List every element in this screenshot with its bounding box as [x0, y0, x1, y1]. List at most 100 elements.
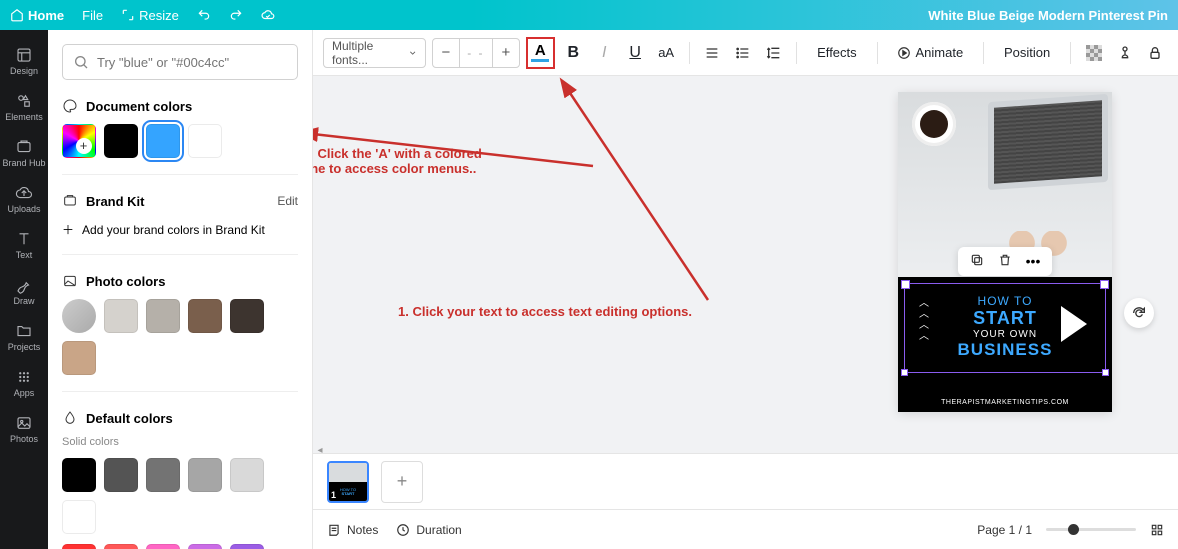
annotation-arrow-1: [553, 76, 753, 310]
document-title[interactable]: White Blue Beige Modern Pinterest Pin: [928, 8, 1168, 23]
regenerate-button[interactable]: [1124, 298, 1154, 328]
lock-icon: [1147, 45, 1163, 61]
rail-design[interactable]: Design: [0, 40, 48, 82]
solid-row-2: [62, 544, 298, 549]
italic-button[interactable]: I: [592, 38, 617, 68]
elements-icon: [15, 92, 33, 110]
rail-photos[interactable]: Photos: [0, 408, 48, 450]
rail-draw[interactable]: Draw: [0, 270, 48, 312]
transparency-icon: [1086, 45, 1102, 61]
rail-brandhub[interactable]: Brand Hub: [0, 132, 48, 174]
photo-colors-row: [62, 299, 298, 375]
page-indicator: Page 1 / 1: [977, 523, 1032, 537]
font-dropdown[interactable]: Multiple fonts...: [323, 38, 426, 68]
resize-menu[interactable]: Resize: [121, 8, 179, 23]
zoom-thumb[interactable]: [1068, 524, 1079, 535]
notes-button[interactable]: Notes: [327, 523, 378, 537]
design-page[interactable]: ••• ︿︿︿︿ HOW TO START YOUR OWN BUSINESS …: [898, 92, 1112, 412]
selection-box[interactable]: ︿︿︿︿ HOW TO START YOUR OWN BUSINESS: [904, 283, 1106, 373]
bold-button[interactable]: B: [561, 38, 586, 68]
redo-icon: [229, 8, 243, 22]
color-search[interactable]: [62, 44, 298, 80]
photo-swatch-2[interactable]: [146, 299, 180, 333]
palette-icon: [62, 98, 78, 114]
effects-button[interactable]: Effects: [807, 38, 867, 68]
animate-icon: [897, 46, 911, 60]
position-button[interactable]: Position: [994, 38, 1060, 68]
spacing-button[interactable]: [761, 38, 786, 68]
photo-swatch-1[interactable]: [104, 299, 138, 333]
grid-view-button[interactable]: [1150, 523, 1164, 537]
draw-icon: [15, 276, 33, 294]
rail-text[interactable]: Text: [0, 224, 48, 266]
file-menu[interactable]: File: [82, 8, 103, 23]
solid-swatch[interactable]: [62, 458, 96, 492]
laptop-prop: [988, 94, 1108, 190]
font-size-group: − - - +: [432, 38, 520, 68]
add-brand-colors[interactable]: ＋ Add your brand colors in Brand Kit: [62, 221, 298, 238]
doc-color-white[interactable]: [188, 124, 222, 158]
duration-button[interactable]: Duration: [396, 523, 461, 537]
droplet-icon: [62, 410, 78, 426]
doc-color-blue[interactable]: [146, 124, 180, 158]
photo-swatch-4[interactable]: [230, 299, 264, 333]
doc-color-black[interactable]: [104, 124, 138, 158]
zoom-slider[interactable]: [1046, 528, 1136, 531]
resize-label: Resize: [139, 8, 179, 23]
delete-button[interactable]: [996, 253, 1014, 270]
solid-swatch[interactable]: [62, 500, 96, 534]
home-icon: [10, 8, 24, 22]
horizontal-scrollbar[interactable]: ◂: [313, 445, 1178, 453]
text-color-underline: [531, 59, 549, 62]
photo-thumb[interactable]: [62, 299, 96, 333]
chevron-down-icon: [408, 48, 417, 58]
solid-swatch[interactable]: [62, 544, 96, 549]
lock-button[interactable]: [1143, 38, 1168, 68]
more-button[interactable]: •••: [1024, 253, 1042, 270]
coffee-prop: [912, 102, 956, 146]
animate-button[interactable]: Animate: [887, 38, 973, 68]
photo-swatch-5[interactable]: [62, 341, 96, 375]
page-thumbnail-1[interactable]: HOW TOSTART 1: [327, 461, 369, 503]
rail-uploads[interactable]: Uploads: [0, 178, 48, 220]
text-color-a: A: [535, 43, 546, 58]
notes-icon: [327, 523, 341, 537]
add-page-button[interactable]: +: [381, 461, 423, 503]
link-button[interactable]: [1112, 38, 1137, 68]
solid-swatch[interactable]: [146, 458, 180, 492]
redo-button[interactable]: [229, 8, 243, 22]
font-size-decrease[interactable]: −: [433, 44, 459, 61]
solid-swatch[interactable]: [104, 458, 138, 492]
solid-swatch[interactable]: [188, 544, 222, 549]
transparency-button[interactable]: [1081, 38, 1106, 68]
link-icon: [1117, 45, 1133, 61]
solid-swatch[interactable]: [188, 458, 222, 492]
undo-button[interactable]: [197, 8, 211, 22]
page-thumbnails: HOW TOSTART 1 +: [313, 453, 1178, 509]
photos-icon: [15, 414, 33, 432]
duplicate-button[interactable]: [968, 253, 986, 270]
rail-elements[interactable]: Elements: [0, 86, 48, 128]
plus-icon: ＋: [62, 221, 74, 238]
font-size-value[interactable]: - -: [459, 39, 493, 67]
solid-swatch[interactable]: [230, 458, 264, 492]
solid-swatch[interactable]: [146, 544, 180, 549]
case-button[interactable]: aA: [654, 38, 679, 68]
add-color-swatch[interactable]: [62, 124, 96, 158]
font-size-increase[interactable]: +: [493, 44, 519, 61]
solid-swatch[interactable]: [104, 544, 138, 549]
rail-projects[interactable]: Projects: [0, 316, 48, 358]
home-button[interactable]: Home: [10, 8, 64, 23]
color-search-input[interactable]: [97, 55, 287, 70]
list-button[interactable]: [730, 38, 755, 68]
solid-swatch[interactable]: [230, 544, 264, 549]
align-icon: [704, 45, 720, 61]
align-button[interactable]: [699, 38, 724, 68]
resize-icon: [121, 8, 135, 22]
rail-apps[interactable]: Apps: [0, 362, 48, 404]
text-color-button[interactable]: A: [526, 37, 555, 69]
underline-button[interactable]: U: [623, 38, 648, 68]
brandkit-edit[interactable]: Edit: [277, 194, 298, 208]
cloud-status[interactable]: [261, 8, 275, 22]
photo-swatch-3[interactable]: [188, 299, 222, 333]
